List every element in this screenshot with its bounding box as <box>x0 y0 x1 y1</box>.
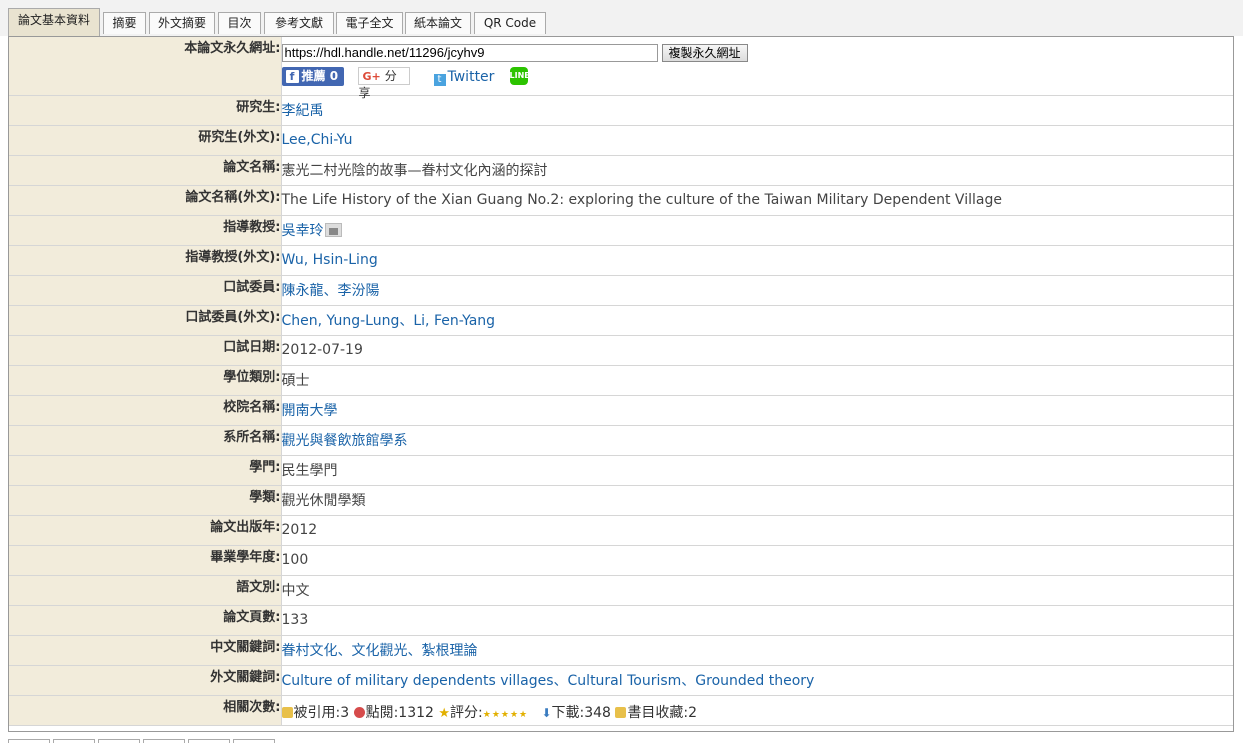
field-label: 指導教授(外文): <box>9 245 282 276</box>
tab-foreign-abstract[interactable]: 外文摘要 <box>149 12 215 34</box>
permalink-row: 本論文永久網址: https://hdl.handle.net/11296/jc… <box>9 37 1234 100</box>
permalink-label: 本論文永久網址: <box>9 37 282 96</box>
bookmark-icon <box>615 707 627 718</box>
bookmark-count[interactable]: 書目收藏:2 <box>627 705 697 721</box>
rating-stars[interactable]: ★★★★★ <box>483 710 528 720</box>
rating-label: 評分: <box>450 705 483 721</box>
field-value-link[interactable]: 開南大學 <box>282 403 338 419</box>
field-value: 中文 <box>281 583 310 599</box>
field-value: The Life History of the Xian Guang No.2:… <box>281 192 1002 208</box>
field-value: 民生學門 <box>281 463 338 479</box>
field-value: 2012 <box>281 522 318 538</box>
field-label: 系所名稱: <box>9 425 282 456</box>
facebook-like-button[interactable]: f 推薦 0 <box>281 67 344 86</box>
field-label: 畢業學年度: <box>9 545 282 576</box>
field-label: 學位類別: <box>9 365 282 396</box>
field-label: 外文關鍵詞: <box>9 665 282 696</box>
field-label: 口試日期: <box>9 335 282 366</box>
record-panel: 本論文永久網址: https://hdl.handle.net/11296/jc… <box>8 36 1234 732</box>
cited-count[interactable]: 被引用:3 <box>294 705 350 721</box>
field-label: 口試委員(外文): <box>9 305 282 336</box>
field-value-link[interactable]: Wu, Hsin-Ling <box>282 252 378 268</box>
tab-abstract[interactable]: 摘要 <box>103 12 146 34</box>
facebook-like-count: 0 <box>329 69 339 83</box>
tab-print-thesis[interactable]: 紙本論文 <box>405 12 471 34</box>
field-value: 觀光休閒學類 <box>281 493 366 509</box>
tab-qr-code[interactable]: QR Code <box>474 12 546 34</box>
field-label: 學類: <box>9 485 282 516</box>
google-plus-icon: G+ <box>362 70 381 83</box>
field-row: 校院名稱: 開南大學 <box>9 395 1233 426</box>
facebook-icon: f <box>285 70 299 83</box>
field-row: 學類: 觀光休閒學類 <box>9 485 1233 516</box>
field-row: 口試委員: 陳永龍、李汾陽 <box>9 275 1233 306</box>
field-label: 論文名稱: <box>9 155 282 186</box>
field-label: 研究生(外文): <box>9 125 282 156</box>
field-value: 碩士 <box>281 373 310 389</box>
field-label: 校院名稱: <box>9 395 282 426</box>
field-value-link[interactable]: 李紀禹 <box>282 103 324 119</box>
download-count: 下載:348 <box>551 705 611 721</box>
field-label: 論文頁數: <box>9 605 282 636</box>
field-value-link[interactable]: 觀光與餐飲旅館學系 <box>282 433 408 449</box>
line-share-icon[interactable]: LINE <box>509 67 530 85</box>
rating-icon: ★ <box>438 706 451 721</box>
field-label: 語文別: <box>9 575 282 606</box>
field-row: 畢業學年度: 100 <box>9 545 1233 576</box>
field-value-link[interactable]: 陳永龍、李汾陽 <box>282 283 380 299</box>
field-row: 論文頁數: 133 <box>9 605 1233 636</box>
tab-fulltext[interactable]: 電子全文 <box>336 12 403 34</box>
download-icon: ⬇ <box>541 706 552 720</box>
field-row: 論文出版年: 2012 <box>9 515 1233 546</box>
copy-permalink-button[interactable]: 複製永久網址 <box>661 44 748 62</box>
field-row: 外文關鍵詞: Culture of military dependents vil… <box>9 665 1233 696</box>
advisor-photo-icon[interactable] <box>324 223 342 237</box>
bottom-tab-edges <box>8 732 328 743</box>
field-row: 口試日期: 2012-07-19 <box>9 335 1233 366</box>
field-value-link[interactable]: 吳幸玲 <box>282 223 324 239</box>
field-row: 學門: 民生學門 <box>9 455 1233 486</box>
field-row: 口試委員(外文): Chen, Yung-Lung、Li, Fen-Yang <box>9 305 1233 336</box>
field-value: 2012-07-19 <box>281 342 363 358</box>
field-row: 中文關鍵詞: 眷村文化、文化觀光、紮根理論 <box>9 635 1233 666</box>
field-label: 研究生: <box>9 95 282 126</box>
field-row: 研究生(外文): Lee,Chi-Yu <box>9 125 1233 156</box>
google-share-button[interactable]: G+ 分享 <box>357 67 410 100</box>
field-value-link[interactable]: Chen, Yung-Lung、Li, Fen-Yang <box>282 313 496 329</box>
field-label: 論文名稱(外文): <box>9 185 282 216</box>
permalink-url-field[interactable]: https://hdl.handle.net/11296/jcyhv9 <box>281 44 658 62</box>
tab-references[interactable]: 參考文獻 <box>264 12 334 34</box>
field-value: 100 <box>281 552 309 568</box>
field-row: 語文別: 中文 <box>9 575 1233 606</box>
tab-bar: 論文基本資料 摘要 外文摘要 目次 參考文獻 電子全文 紙本論文 QR Code <box>0 0 1243 36</box>
field-row: 論文名稱: 憲光二村光陰的故事—眷村文化內涵的探討 <box>9 155 1233 186</box>
field-row: 指導教授: 吳幸玲 <box>9 215 1233 246</box>
field-row: 系所名稱: 觀光與餐飲旅館學系 <box>9 425 1233 456</box>
record-table: 本論文永久網址: https://hdl.handle.net/11296/jc… <box>9 37 1233 726</box>
field-row: 學位類別: 碩士 <box>9 365 1233 396</box>
tab-table-of-contents[interactable]: 目次 <box>218 12 261 34</box>
share-buttons: f 推薦 0 G+ 分享 t Twitter LINE <box>281 67 1234 100</box>
field-value: 133 <box>281 612 309 628</box>
field-row: 指導教授(外文): Wu, Hsin-Ling <box>9 245 1233 276</box>
field-label: 論文出版年: <box>9 515 282 546</box>
field-row: 論文名稱(外文): The Life History of the Xian Gu… <box>9 185 1233 216</box>
field-value-link[interactable]: Culture of military dependents villages、… <box>282 673 815 689</box>
field-value: 憲光二村光陰的故事—眷村文化內涵的探討 <box>281 163 548 179</box>
stats-label: 相關次數: <box>9 695 282 726</box>
view-count: 點閱:1312 <box>365 705 434 721</box>
field-value-link[interactable]: Lee,Chi-Yu <box>282 132 353 148</box>
tab-basic-info[interactable]: 論文基本資料 <box>8 8 100 36</box>
field-row: 研究生: 李紀禹 <box>9 95 1233 126</box>
field-label: 指導教授: <box>9 215 282 246</box>
view-icon <box>353 707 365 718</box>
twitter-share-button[interactable]: t Twitter <box>433 68 494 86</box>
cite-icon <box>281 707 293 718</box>
field-label: 口試委員: <box>9 275 282 306</box>
field-value-link[interactable]: 眷村文化、文化觀光、紮根理論 <box>282 643 478 659</box>
field-label: 中文關鍵詞: <box>9 635 282 666</box>
field-label: 學門: <box>9 455 282 486</box>
stats-row: 相關次數: 被引用:3 點閱:1312 ★評分:★★★★★ ⬇下載:348 書目… <box>9 695 1233 726</box>
twitter-icon: t <box>433 74 446 86</box>
